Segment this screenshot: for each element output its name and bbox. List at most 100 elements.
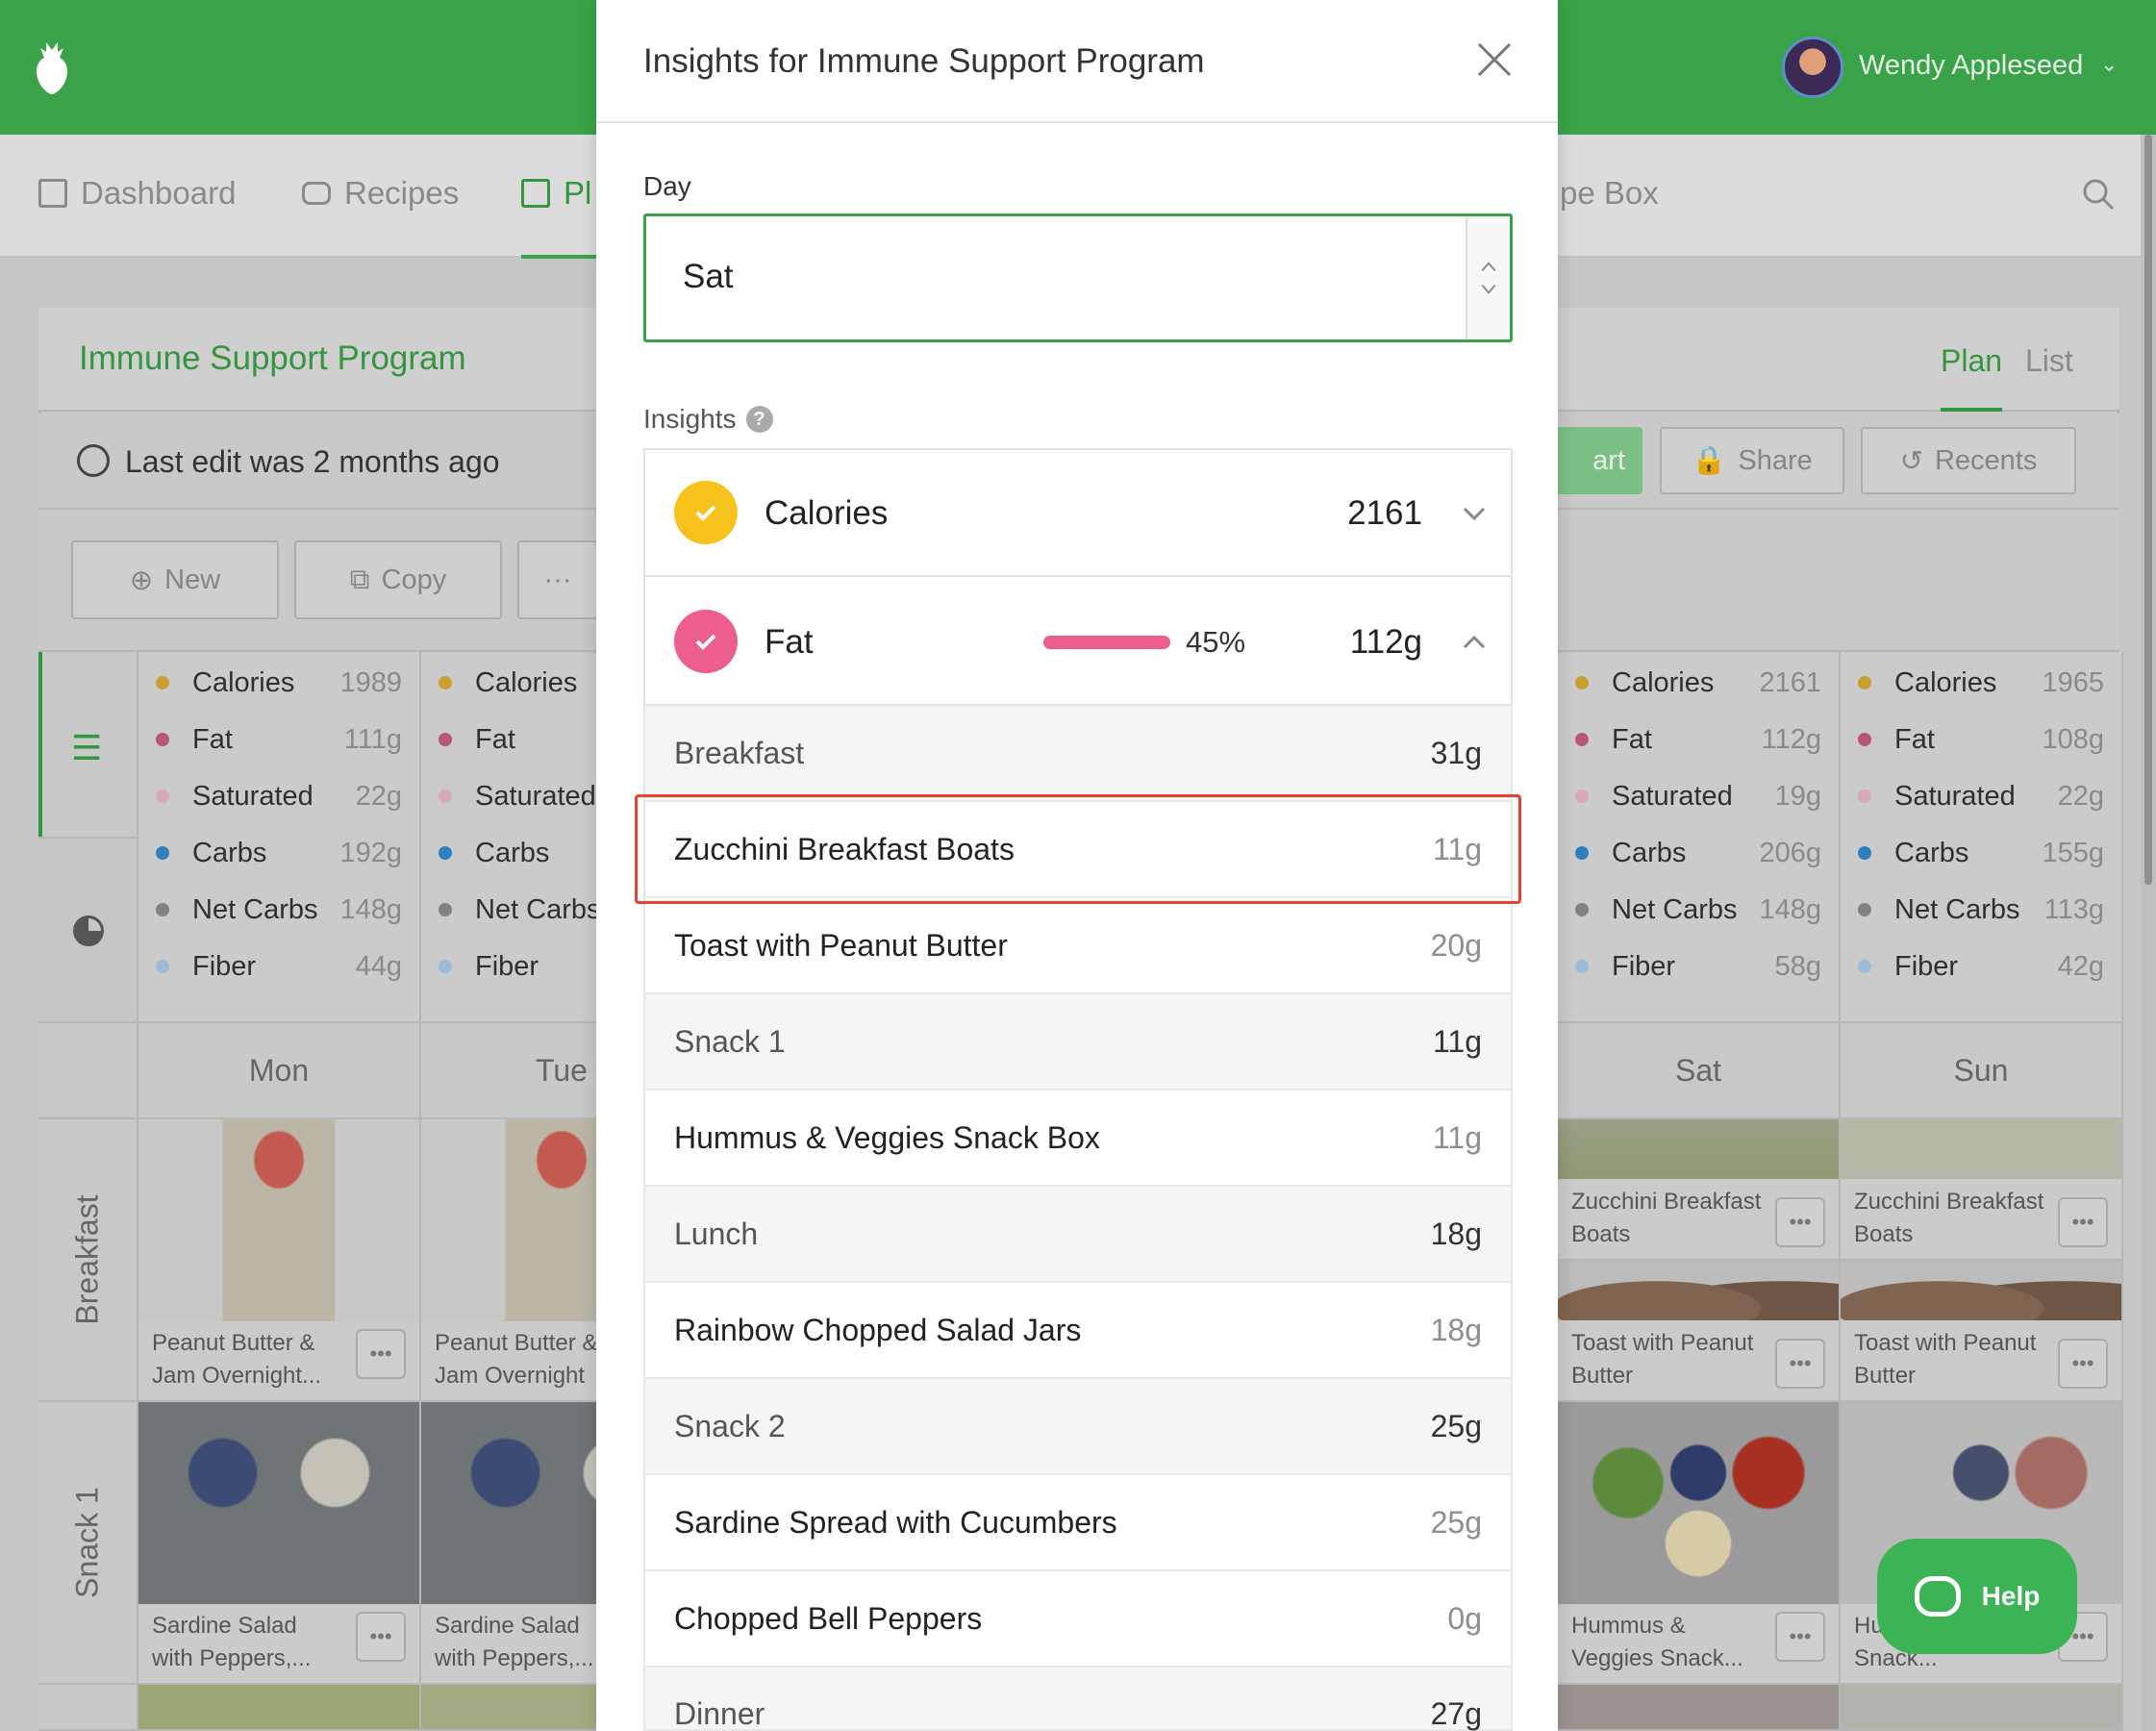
- meal-card[interactable]: Hummus & Veggies Snack... •••: [1558, 1402, 1841, 1685]
- copy-button[interactable]: ⧉ Copy: [294, 540, 502, 619]
- breakdown-value: 11g: [1432, 1023, 1482, 1059]
- user-avatar[interactable]: [1782, 37, 1843, 98]
- breakdown-item-row[interactable]: Rainbow Chopped Salad Jars 18g: [643, 1283, 1513, 1379]
- recents-button[interactable]: ↺ Recents: [1861, 427, 2076, 494]
- select-stepper-icon[interactable]: [1466, 216, 1510, 339]
- breakdown-name: Sardine Spread with Cucumbers: [674, 1504, 1117, 1540]
- nav-item-recipes[interactable]: Recipes: [302, 175, 459, 212]
- tab-plan[interactable]: Plan: [1941, 343, 2002, 379]
- insight-total: 2161: [1347, 494, 1422, 532]
- day-header-sat[interactable]: Sat: [1558, 1021, 1841, 1119]
- nutrient-row: Calories 2161: [1575, 664, 1821, 702]
- chevron-up-icon[interactable]: [1461, 629, 1488, 656]
- nutrient-row: Saturated 22g: [156, 777, 402, 815]
- recipes-icon: [302, 182, 331, 205]
- nutrient-row: Carbs 155g: [1858, 834, 2104, 872]
- day-select[interactable]: [643, 213, 1513, 342]
- day-header-mon[interactable]: Mon: [138, 1021, 421, 1119]
- breakdown-value: 11g: [1432, 1119, 1482, 1155]
- meal-card[interactable]: Toast with Peanut Butter •••: [1841, 1261, 2123, 1402]
- day-select-value[interactable]: Sat: [683, 258, 734, 296]
- meal-image: [1558, 1402, 1839, 1604]
- meal-card[interactable]: [1841, 1685, 2123, 1731]
- carbs-dot: [439, 846, 452, 860]
- last-edit-text: Last edit was 2 months ago: [125, 444, 500, 479]
- meal-name: Toast with Peanut Butter: [1854, 1330, 2037, 1389]
- help-icon[interactable]: ?: [745, 406, 773, 433]
- nav-item-plans[interactable]: Pl: [521, 175, 591, 212]
- share-button[interactable]: 🔒 Share: [1660, 427, 1844, 494]
- nutrient-label: Net Carbs: [1612, 893, 1738, 925]
- breakdown-item-row[interactable]: Sardine Spread with Cucumbers 25g: [643, 1475, 1513, 1571]
- nutrient-label: Fiber: [1612, 950, 1676, 982]
- breakdown-item-row[interactable]: Hummus & Veggies Snack Box 11g: [643, 1091, 1513, 1187]
- meal-card[interactable]: Zucchini Breakfast Boats •••: [1558, 1119, 1841, 1261]
- nav-item-recipe-box[interactable]: pe Box: [1560, 175, 1659, 212]
- meal-card[interactable]: Peanut Butter & Jam Overnight... •••: [138, 1119, 421, 1402]
- saturated-dot: [439, 790, 452, 803]
- breakdown-group-row: Breakfast 31g: [643, 706, 1513, 802]
- breakdown-group-row: Dinner 27g: [643, 1668, 1513, 1731]
- new-button[interactable]: ⊕ New: [71, 540, 279, 619]
- nutrient-row: Saturated 22g: [1858, 777, 2104, 815]
- breakdown-item-row[interactable]: Toast with Peanut Butter 20g: [643, 898, 1513, 994]
- day-header-spacer: [38, 1021, 138, 1119]
- nutrient-value: 1989: [339, 666, 402, 698]
- row-label-breakfast: Breakfast: [38, 1119, 138, 1402]
- meal-card[interactable]: Sardine Salad with Peppers,... •••: [138, 1402, 421, 1685]
- more-options-button[interactable]: ···: [517, 540, 598, 619]
- user-name[interactable]: Wendy Appleseed: [1859, 50, 2083, 82]
- meal-image: [138, 1119, 419, 1321]
- scrollbar-thumb[interactable]: [2144, 135, 2152, 885]
- new-button-label: New: [164, 564, 221, 595]
- history-icon: [77, 444, 110, 477]
- more-icon[interactable]: •••: [356, 1329, 406, 1379]
- more-icon[interactable]: •••: [1775, 1197, 1825, 1247]
- breakdown-name: Dinner: [674, 1696, 765, 1731]
- nutrient-value: 22g: [355, 780, 402, 812]
- breakdown-value: 25g: [1430, 1408, 1482, 1443]
- day-header-sun[interactable]: Sun: [1841, 1021, 2123, 1119]
- row-label-lunch: [38, 1685, 138, 1731]
- meal-image: [138, 1685, 419, 1729]
- more-icon[interactable]: •••: [1775, 1612, 1825, 1662]
- copy-button-label: Copy: [381, 564, 447, 595]
- meal-image: [1841, 1119, 2121, 1179]
- carbs-dot: [1858, 846, 1871, 860]
- breakdown-item-row[interactable]: Chopped Bell Peppers 0g: [643, 1571, 1513, 1668]
- insight-calories-row[interactable]: Calories 2161: [643, 448, 1513, 577]
- insight-name: Fat: [765, 623, 814, 661]
- more-icon[interactable]: •••: [1775, 1339, 1825, 1389]
- insights-label: Insights ?: [643, 404, 773, 435]
- search-icon[interactable]: [2082, 178, 2115, 211]
- breakdown-name: Chopped Bell Peppers: [674, 1600, 983, 1636]
- meal-card[interactable]: [1558, 1685, 1841, 1731]
- help-button[interactable]: Help: [1877, 1539, 2077, 1654]
- more-icon[interactable]: •••: [356, 1612, 406, 1662]
- meal-name: Zucchini Breakfast Boats: [1854, 1189, 2044, 1247]
- insight-total: 112g: [1349, 623, 1422, 661]
- meal-image: [1841, 1685, 2121, 1729]
- nutrient-row: Fat 108g: [1858, 720, 2104, 759]
- more-icon[interactable]: •••: [2058, 1197, 2108, 1247]
- pie-chart-icon: [73, 916, 104, 946]
- tab-list[interactable]: List: [2025, 343, 2073, 379]
- more-icon[interactable]: •••: [2058, 1339, 2108, 1389]
- nutrient-label: Carbs: [1894, 837, 1969, 868]
- nav-item-label: Recipes: [344, 175, 460, 211]
- row-label-snack-1: Snack 1: [38, 1402, 138, 1685]
- meal-image: [1558, 1119, 1839, 1179]
- meal-image: [1558, 1685, 1839, 1729]
- meal-card[interactable]: Toast with Peanut Butter •••: [1558, 1261, 1841, 1402]
- chevron-down-icon[interactable]: ⌄: [2100, 52, 2118, 77]
- meal-card[interactable]: [138, 1685, 421, 1731]
- nav-item-dashboard[interactable]: Dashboard: [38, 175, 236, 212]
- fiber-dot: [439, 960, 452, 973]
- cart-button-label: art: [1592, 444, 1625, 476]
- close-icon[interactable]: [1473, 38, 1516, 81]
- fiber-dot: [156, 960, 169, 973]
- chevron-down-icon[interactable]: [1461, 500, 1488, 527]
- app-logo-icon[interactable]: [33, 38, 71, 96]
- meal-card[interactable]: Zucchini Breakfast Boats •••: [1841, 1119, 2123, 1261]
- saturated-dot: [1858, 790, 1871, 803]
